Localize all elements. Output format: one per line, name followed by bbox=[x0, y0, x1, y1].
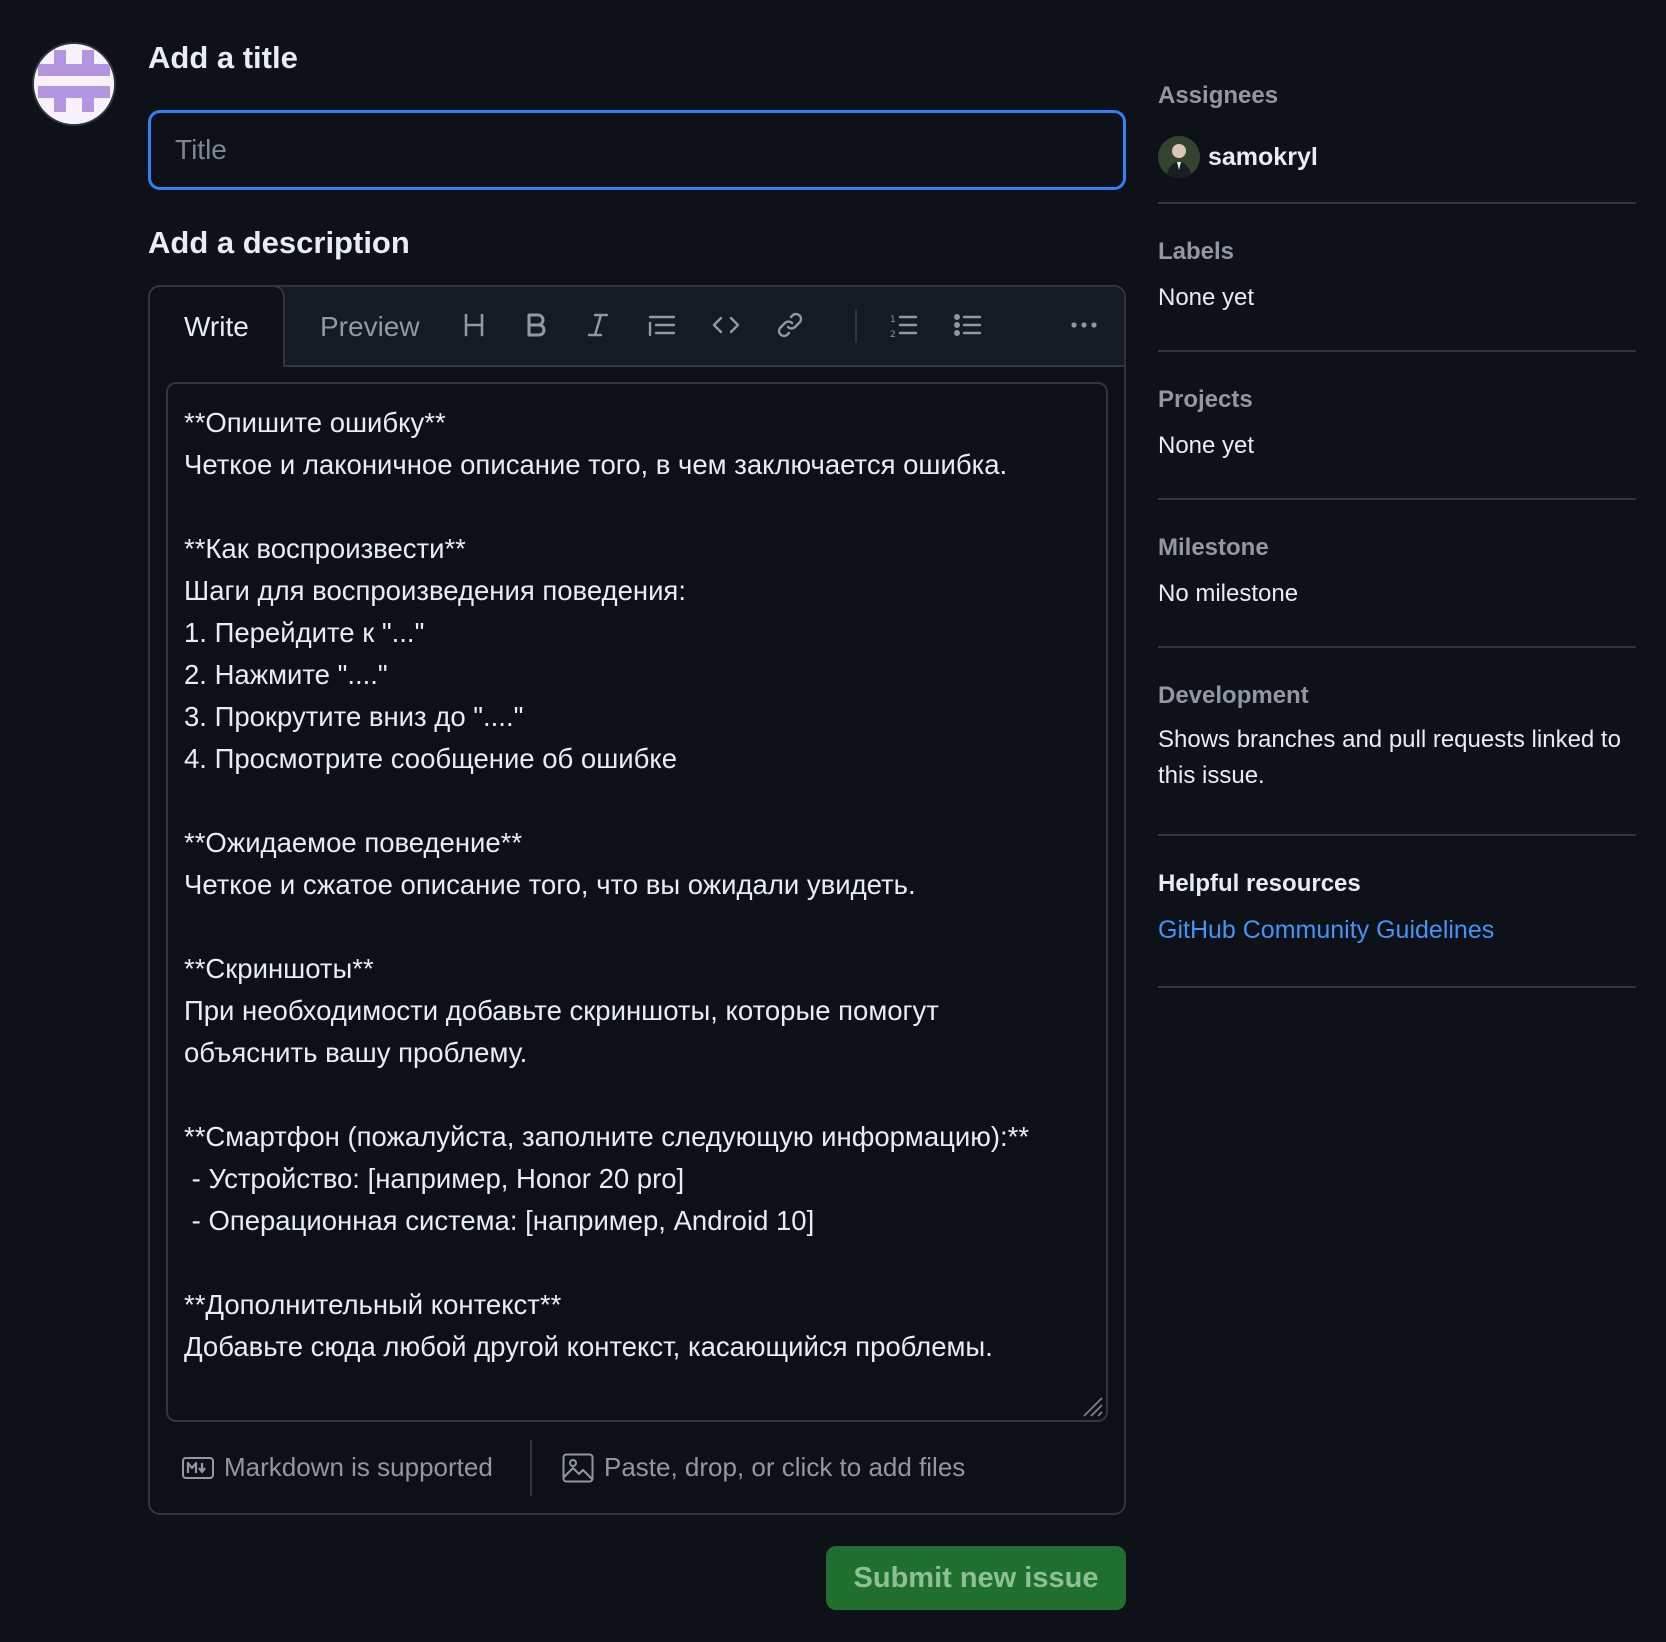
image-icon bbox=[562, 1453, 594, 1482]
assignee-name[interactable]: samokryl bbox=[1208, 143, 1318, 172]
milestone-value: No milestone bbox=[1158, 580, 1299, 607]
sidebar: Assignees samokryl Labels None yet Proje… bbox=[1158, 72, 1636, 988]
numbered-list-icon[interactable]: 1 2 bbox=[884, 305, 924, 345]
labels-heading[interactable]: Labels bbox=[1158, 204, 1636, 266]
sidebar-projects[interactable]: Projects None yet bbox=[1158, 352, 1636, 500]
description-textarea[interactable]: **Опишите ошибку** Четкое и лаконичное о… bbox=[166, 382, 1108, 1422]
attach-files-label: Paste, drop, or click to add files bbox=[604, 1452, 966, 1482]
bold-icon[interactable] bbox=[516, 305, 556, 345]
toolbar-divider bbox=[855, 309, 857, 343]
tab-preview[interactable]: Preview bbox=[286, 287, 454, 365]
quote-icon[interactable] bbox=[642, 305, 682, 345]
assignee-item[interactable]: samokryl bbox=[1158, 136, 1636, 178]
sidebar-development: Development Shows branches and pull requ… bbox=[1158, 648, 1636, 836]
issue-form: Add a title Add a description Write Prev… bbox=[148, 40, 1126, 1515]
link-icon[interactable] bbox=[770, 305, 810, 345]
resources-heading: Helpful resources bbox=[1158, 870, 1361, 897]
submit-issue-button[interactable]: Submit new issue bbox=[826, 1546, 1126, 1610]
sidebar-resources: Helpful resources GitHub Community Guide… bbox=[1158, 836, 1636, 988]
title-input[interactable] bbox=[148, 110, 1126, 190]
author-avatar bbox=[34, 44, 114, 124]
description-editor: Write Preview 1 2 **Опишите ошибку** Чет… bbox=[148, 285, 1126, 1515]
editor-footer: Markdown is supported Paste, drop, or cl… bbox=[150, 1422, 1124, 1512]
milestone-heading[interactable]: Milestone bbox=[1158, 500, 1636, 562]
heading-icon[interactable] bbox=[454, 305, 494, 345]
markdown-note-label: Markdown is supported bbox=[224, 1452, 493, 1482]
description-text[interactable]: **Опишите ошибку** Четкое и лаконичное о… bbox=[184, 402, 1096, 1410]
projects-value: None yet bbox=[1158, 432, 1255, 459]
labels-value: None yet bbox=[1158, 284, 1255, 311]
tab-write[interactable]: Write bbox=[148, 285, 285, 367]
code-icon[interactable] bbox=[706, 305, 746, 345]
development-value: Shows branches and pull requests linked … bbox=[1158, 726, 1621, 789]
attach-files[interactable]: Paste, drop, or click to add files bbox=[562, 1452, 965, 1483]
development-heading: Development bbox=[1158, 682, 1309, 709]
title-heading: Add a title bbox=[148, 40, 298, 75]
resize-handle-icon[interactable] bbox=[1078, 1392, 1104, 1418]
sidebar-labels[interactable]: Labels None yet bbox=[1158, 204, 1636, 352]
more-options-icon[interactable] bbox=[1064, 305, 1104, 345]
identicon-icon bbox=[34, 44, 114, 124]
footer-divider bbox=[530, 1440, 532, 1496]
svg-text:2: 2 bbox=[890, 330, 896, 340]
svg-text:1: 1 bbox=[890, 315, 896, 325]
sidebar-assignees[interactable]: Assignees samokryl bbox=[1158, 72, 1636, 204]
sidebar-milestone[interactable]: Milestone No milestone bbox=[1158, 500, 1636, 648]
description-heading: Add a description bbox=[148, 225, 410, 260]
italic-icon[interactable] bbox=[578, 305, 618, 345]
unordered-list-icon[interactable] bbox=[948, 305, 988, 345]
markdown-note[interactable]: Markdown is supported bbox=[182, 1452, 493, 1483]
markdown-icon bbox=[182, 1456, 214, 1479]
projects-heading[interactable]: Projects bbox=[1158, 352, 1636, 414]
assignees-heading[interactable]: Assignees bbox=[1158, 72, 1636, 110]
assignee-avatar bbox=[1158, 136, 1200, 178]
community-guidelines-link[interactable]: GitHub Community Guidelines bbox=[1158, 916, 1494, 944]
editor-toolbar: Write Preview 1 2 bbox=[148, 285, 1124, 367]
